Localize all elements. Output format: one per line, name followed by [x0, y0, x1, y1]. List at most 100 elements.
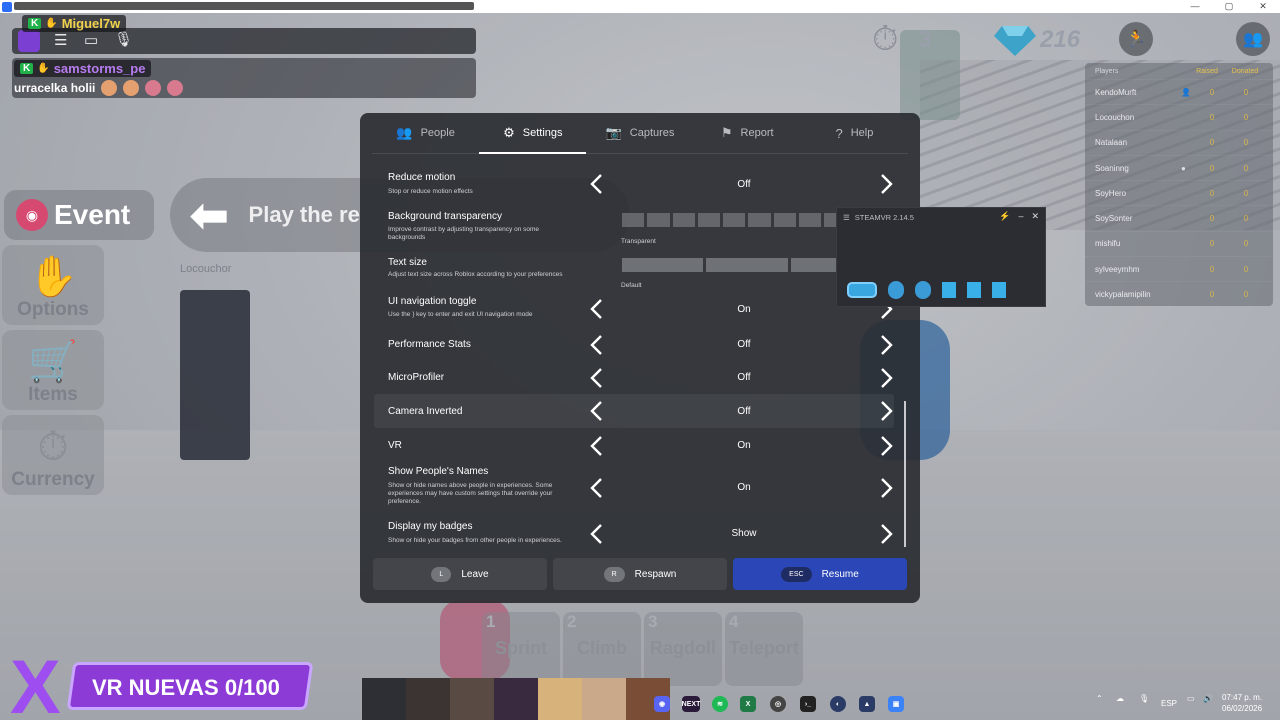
- chevron-right-icon[interactable]: [877, 522, 895, 546]
- terminal-icon[interactable]: ›_: [800, 696, 816, 712]
- steamvr-icon[interactable]: ▲: [859, 696, 875, 712]
- slot-number: 4: [729, 612, 739, 631]
- player-row[interactable]: Natalaan 0 0: [1085, 129, 1273, 155]
- spotify-icon[interactable]: ≋: [712, 696, 728, 712]
- minimize-button[interactable]: —: [1178, 0, 1212, 13]
- tab-settings[interactable]: ⚙ Settings: [479, 113, 587, 154]
- text-size-slider[interactable]: [622, 258, 872, 272]
- items-label: Items: [28, 384, 78, 405]
- maximize-button[interactable]: ▢: [1212, 0, 1246, 13]
- volume-icon[interactable]: 🔊: [1203, 694, 1213, 703]
- steam-icon[interactable]: ◐: [830, 696, 846, 712]
- chevron-up-icon[interactable]: ⌃: [1096, 694, 1103, 703]
- clock-date: 06/02/2026: [1222, 704, 1263, 713]
- excel-icon[interactable]: X: [740, 696, 756, 712]
- leave-button[interactable]: L Leave: [373, 558, 547, 590]
- tab-help[interactable]: ? Help: [801, 113, 908, 153]
- close-window-button[interactable]: ✕: [1246, 0, 1280, 13]
- language-indicator[interactable]: ESP: [1161, 699, 1177, 708]
- chevron-right-icon[interactable]: [877, 333, 895, 357]
- roblox-task-icon[interactable]: ▣: [888, 696, 904, 712]
- setting-description: Show or hide your badges from other peop…: [388, 537, 562, 544]
- setting-value: On: [737, 440, 751, 451]
- x-logo-icon: X: [10, 645, 61, 720]
- tab-report[interactable]: ⚑ Report: [694, 113, 801, 153]
- roblox-menu-icon[interactable]: [18, 30, 40, 52]
- hotbar-slot-sprint[interactable]: 1 Sprint: [482, 612, 560, 686]
- hotbar-slot-teleport[interactable]: 4 Teleport: [725, 612, 803, 686]
- chevron-left-icon[interactable]: [588, 172, 606, 196]
- items-button[interactable]: 🛒 Items: [2, 330, 104, 410]
- raised-value: 0: [1209, 163, 1215, 173]
- chevron-left-icon[interactable]: [588, 476, 606, 500]
- respawn-button[interactable]: R Respawn: [553, 558, 727, 590]
- taskbar-clock[interactable]: 07:47 p. m. 06/02/2026: [1222, 692, 1262, 714]
- emote-icon: [123, 80, 140, 96]
- microphone-icon[interactable]: 🎙: [114, 30, 133, 48]
- chevron-right-icon[interactable]: [877, 172, 895, 196]
- gem-icon: [994, 26, 1036, 56]
- chevron-left-icon[interactable]: [588, 297, 606, 321]
- microphone-icon[interactable]: 🎙: [1139, 694, 1149, 703]
- thumbnail: [362, 678, 406, 720]
- chrome-icon[interactable]: ◎: [770, 696, 786, 712]
- player-row[interactable]: Soaninng ● 0 0: [1085, 154, 1273, 180]
- username: samstorms_pe: [53, 61, 146, 76]
- options-button[interactable]: ✋ Options: [2, 245, 104, 325]
- player-row[interactable]: vickypalamipilin 0 0: [1085, 281, 1273, 306]
- event-button[interactable]: ◉ Event: [4, 190, 154, 240]
- chevron-left-icon[interactable]: [588, 399, 606, 423]
- next-app-icon[interactable]: NEXT: [682, 696, 700, 712]
- tab-captures[interactable]: 📷 Captures: [586, 113, 693, 153]
- arrow-left-icon: ⬅: [190, 189, 229, 241]
- player-row[interactable]: SoyHero 0 0: [1085, 180, 1273, 205]
- steamvr-window: ☰ STEAMVR 2.14.5 ⚡ – ✕: [836, 207, 1046, 307]
- emote-button[interactable]: 🏃: [1119, 22, 1153, 56]
- hotbar-slot-ragdoll[interactable]: 3 Ragdoll: [644, 612, 722, 686]
- minimize-icon[interactable]: –: [1018, 211, 1023, 222]
- close-icon[interactable]: ✕: [1031, 211, 1039, 222]
- player-name: KendoMurft: [1095, 87, 1137, 97]
- settings-list[interactable]: Reduce motion Stop or reduce motion effe…: [374, 165, 908, 549]
- setting-title: Performance Stats: [388, 339, 471, 350]
- chevron-left-icon[interactable]: [588, 434, 606, 458]
- steamvr-titlebar: ☰ STEAMVR 2.14.5: [843, 213, 914, 222]
- transparency-slider[interactable]: [622, 213, 872, 227]
- cart-icon: 🛒: [28, 340, 78, 384]
- setting-value: On: [737, 304, 751, 315]
- scrollbar[interactable]: [904, 401, 906, 547]
- vr-progress-banner: X VR NUEVAS 0/100: [10, 645, 320, 720]
- stopwatch-icon: ⏱: [872, 20, 899, 58]
- player-row[interactable]: sylveeymhm 0 0: [1085, 256, 1273, 281]
- player-row[interactable]: SoySonter 0 0: [1085, 205, 1273, 230]
- discord-icon[interactable]: ◉: [654, 696, 670, 712]
- name-tag: K ✋ samstorms_pe: [14, 60, 152, 77]
- tab-people[interactable]: 👥 People: [372, 113, 479, 153]
- pin-icon[interactable]: ⚡: [999, 211, 1010, 222]
- roblox-app-icon: [2, 1, 12, 12]
- chevron-right-icon[interactable]: [877, 366, 895, 390]
- resume-button[interactable]: ESC Resume: [733, 558, 907, 590]
- menu-icon[interactable]: ☰: [54, 31, 67, 49]
- players-button[interactable]: 👥: [1236, 22, 1270, 56]
- chevron-left-icon[interactable]: [588, 522, 606, 546]
- chevron-right-icon[interactable]: [877, 476, 895, 500]
- chevron-left-icon[interactable]: [588, 333, 606, 357]
- player-name: mishifu: [1095, 239, 1121, 249]
- chevron-left-icon[interactable]: [588, 366, 606, 390]
- hotbar-slot-climb[interactable]: 2 Climb: [563, 612, 641, 686]
- player-row[interactable]: mishifu 0 0: [1085, 230, 1273, 256]
- donated-value: 0: [1243, 188, 1249, 198]
- network-icon[interactable]: ▭: [1187, 694, 1195, 703]
- setting-camera-inverted[interactable]: Camera Inverted Off: [374, 394, 894, 428]
- player-row[interactable]: KendoMurft 👤 0 0: [1085, 79, 1273, 104]
- currency-button[interactable]: ⏱ Currency: [2, 415, 104, 495]
- chevron-right-icon[interactable]: [877, 399, 895, 423]
- cloud-icon[interactable]: ☁: [1116, 694, 1124, 703]
- player-row[interactable]: Locouchon 0 0: [1085, 104, 1273, 129]
- controller-icon: [915, 281, 931, 299]
- flag-icon: ⚑: [720, 125, 733, 140]
- chat-icon[interactable]: ▭: [84, 31, 98, 49]
- menu-icon[interactable]: ☰: [843, 213, 850, 222]
- chevron-right-icon[interactable]: [877, 434, 895, 458]
